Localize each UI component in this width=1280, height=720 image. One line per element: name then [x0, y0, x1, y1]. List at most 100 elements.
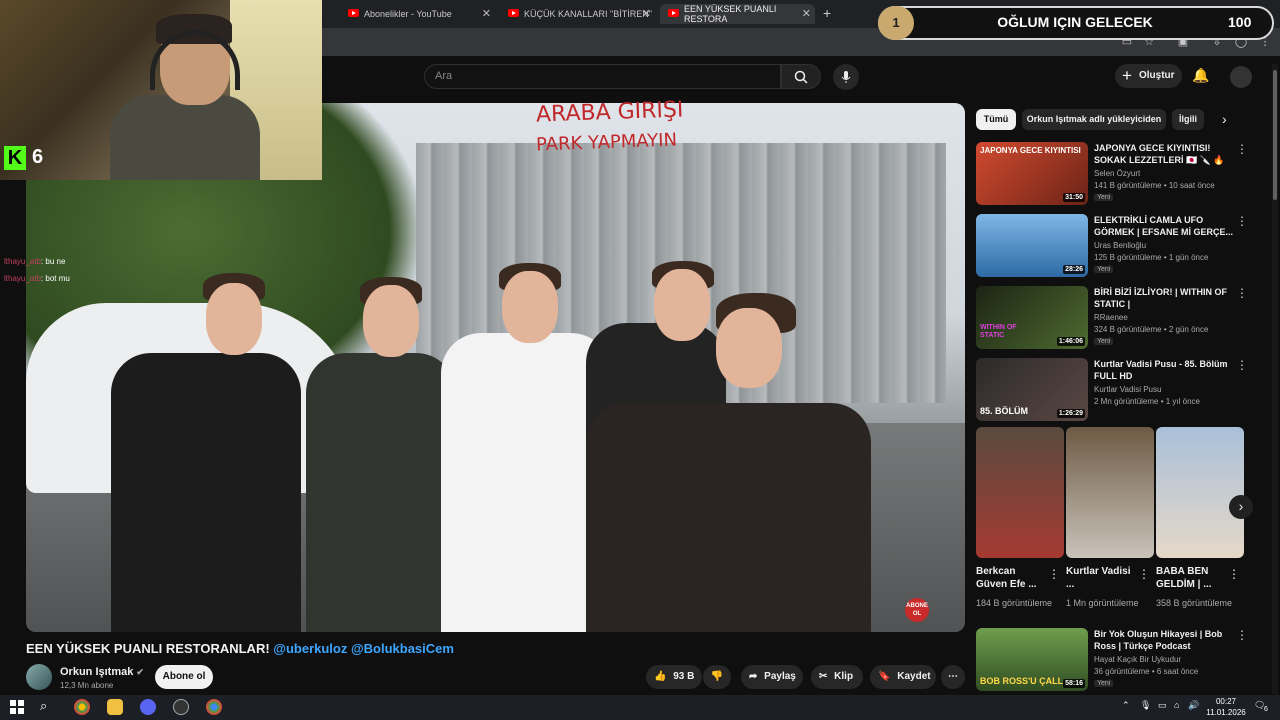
- channel-name[interactable]: Uras Benlioğlu: [1094, 241, 1146, 250]
- video-title[interactable]: JAPONYA GECE KIYINTISI! SOKAK LEZZETLERİ…: [1094, 142, 1234, 166]
- video-title-mentions[interactable]: @uberkuloz @BolukbasiCem: [273, 641, 454, 656]
- account-avatar[interactable]: [1230, 66, 1252, 88]
- video-title[interactable]: ELEKTRİKLİ CAMLA UFO GÖRMEK | EFSANE Mİ …: [1094, 214, 1234, 238]
- short-title[interactable]: Berkcan Güven Efe ...: [976, 565, 1046, 591]
- related-video[interactable]: 85. BÖLÜM 1:26:29 Kurtlar Vadisi Pusu - …: [976, 358, 1268, 422]
- more-vert-icon[interactable]: ⋮: [1236, 286, 1248, 300]
- related-video[interactable]: BOB ROSS'U ÇALL 58:16 Bir Yok Oluşun Hik…: [976, 628, 1268, 692]
- video-title[interactable]: BİRİ BİZİ İZLİYOR! | WITHIN OF STATIC |: [1094, 286, 1234, 310]
- chip-related[interactable]: İlgili: [1172, 109, 1204, 130]
- channel-avatar[interactable]: [26, 664, 52, 690]
- tab-subscriptions[interactable]: Abonelikler - YouTube ✕: [340, 4, 495, 24]
- tab-current-video[interactable]: EEN YÜKSEK PUANLI RESTORA ✕: [660, 4, 815, 24]
- more-vert-icon[interactable]: ⋮: [1236, 142, 1248, 156]
- display-tray-icon[interactable]: ▭: [1158, 700, 1167, 711]
- youtube-icon: [508, 9, 519, 17]
- more-vert-icon[interactable]: ⋮: [1138, 567, 1150, 581]
- subscribe-watermark[interactable]: ABONE OL: [905, 598, 929, 622]
- short-views: 1 Mn görüntüleme: [1066, 598, 1139, 608]
- more-vert-icon[interactable]: ⋮: [1048, 567, 1060, 581]
- more-vert-icon[interactable]: ⋮: [1228, 567, 1240, 581]
- search-icon[interactable]: ⌕: [40, 698, 47, 714]
- voice-search-button[interactable]: [833, 64, 859, 90]
- share-button[interactable]: ➦ Paylaş: [741, 665, 803, 689]
- short-views: 358 B görüntüleme: [1156, 598, 1233, 608]
- viewer-count: 6: [32, 146, 44, 168]
- shorts-next-button[interactable]: ›: [1229, 495, 1253, 519]
- related-video[interactable]: WITHIN OF STATIC 1:46:06 BİRİ BİZİ İZLİY…: [976, 286, 1268, 350]
- more-vert-icon[interactable]: ⋮: [1236, 358, 1248, 372]
- close-tab-icon[interactable]: ✕: [642, 7, 651, 20]
- channel-name[interactable]: Hayat Kaçık Bir Uykudur: [1094, 655, 1181, 664]
- chat-message: lthayu_atb: bot mu: [4, 274, 70, 283]
- person-2: [306, 353, 456, 632]
- volume-tray-icon[interactable]: 🔊: [1188, 700, 1199, 711]
- search-input[interactable]: Ara: [424, 64, 781, 89]
- short-thumbnail[interactable]: [1066, 427, 1154, 558]
- video-title[interactable]: Bir Yok Oluşun Hikayesi | Bob Ross | Tür…: [1094, 628, 1234, 652]
- channel-name[interactable]: Selen Özyurt: [1094, 169, 1140, 178]
- plus-icon: +: [1122, 66, 1132, 85]
- video-title[interactable]: Kurtlar Vadisi Pusu - 85. Bölüm FULL HD: [1094, 358, 1234, 382]
- new-badge: Yeni: [1094, 194, 1114, 201]
- more-vert-icon[interactable]: ⋮: [1236, 628, 1248, 642]
- clock-date[interactable]: 11.01.2026: [1200, 708, 1252, 717]
- tray-up-arrow-icon[interactable]: ⌃: [1122, 700, 1130, 711]
- channel-name[interactable]: Kurtlar Vadisi Pusu: [1094, 385, 1161, 394]
- video-thumbnail[interactable]: BOB ROSS'U ÇALL 58:16: [976, 628, 1088, 691]
- search-button[interactable]: [781, 64, 821, 89]
- close-tab-icon[interactable]: ✕: [482, 7, 491, 20]
- clock-time[interactable]: 00:27: [1206, 697, 1246, 706]
- notifications-bell-icon[interactable]: 🔔: [1191, 67, 1211, 87]
- like-button[interactable]: 👍 93 B: [646, 665, 702, 689]
- short-item[interactable]: Berkcan Güven Efe ... 184 B görüntüleme …: [976, 427, 1064, 623]
- youtube-icon: [348, 9, 359, 17]
- short-thumbnail[interactable]: [976, 427, 1064, 558]
- video-thumbnail[interactable]: JAPONYA GECE KIYINTISI 31:50: [976, 142, 1088, 205]
- windows-start-icon[interactable]: [10, 700, 24, 719]
- discord-icon[interactable]: [140, 699, 156, 715]
- short-item[interactable]: BABA BEN GELDİM | ... 358 B görüntüleme …: [1156, 427, 1244, 623]
- chat-message: lthayu_atb: bu ne: [4, 257, 66, 266]
- scissors-icon: ✂: [819, 671, 828, 682]
- save-button[interactable]: 🔖 Kaydet: [870, 665, 936, 689]
- video-thumbnail[interactable]: 85. BÖLÜM 1:26:29: [976, 358, 1088, 421]
- channel-name[interactable]: RRaenee: [1094, 313, 1128, 322]
- graffiti-text: ARABA GIRIŞI: [535, 97, 684, 128]
- channel-name[interactable]: Orkun Işıtmak ✔: [60, 666, 144, 678]
- more-vert-icon[interactable]: ⋮: [1236, 214, 1248, 228]
- video-thumbnail[interactable]: 28:26: [976, 214, 1088, 277]
- share-icon: ➦: [749, 671, 758, 682]
- video-thumbnail[interactable]: WITHIN OF STATIC 1:46:06: [976, 286, 1088, 349]
- short-item[interactable]: Kurtlar Vadisi ... 1 Mn görüntüleme ⋮: [1066, 427, 1154, 623]
- thumbs-up-icon: 👍: [654, 671, 667, 682]
- youtube-icon: [668, 9, 679, 17]
- chrome-icon[interactable]: [74, 699, 90, 715]
- related-video[interactable]: 28:26 ELEKTRİKLİ CAMLA UFO GÖRMEK | EFSA…: [976, 214, 1268, 278]
- short-title[interactable]: BABA BEN GELDİM | ...: [1156, 565, 1226, 591]
- scrollbar-thumb[interactable]: [1273, 70, 1277, 200]
- mic-tray-icon[interactable]: 🎙: [1140, 700, 1151, 711]
- related-video[interactable]: JAPONYA GECE KIYINTISI 31:50 JAPONYA GEC…: [976, 142, 1268, 206]
- chevron-right-icon[interactable]: ›: [1222, 111, 1227, 127]
- dislike-button[interactable]: 👎: [703, 665, 731, 689]
- chip-from-uploader[interactable]: Orkun Işıtmak adlı yükleyiciden: [1022, 109, 1166, 130]
- new-tab-icon[interactable]: +: [823, 5, 831, 21]
- clip-button[interactable]: ✂ Klip: [811, 665, 863, 689]
- subscribe-button[interactable]: Abone ol: [155, 665, 213, 689]
- video-player[interactable]: [26, 103, 965, 632]
- close-tab-icon[interactable]: ✕: [802, 7, 811, 20]
- goal-count: 100: [1228, 14, 1252, 30]
- more-dots-icon: ⋯: [948, 671, 958, 682]
- network-tray-icon[interactable]: ⌂: [1174, 700, 1179, 710]
- chip-all[interactable]: Tümü: [976, 109, 1016, 130]
- more-actions-button[interactable]: ⋯: [941, 665, 965, 689]
- video-meta: 125 B görüntüleme • 1 gün önce: [1094, 253, 1209, 262]
- tab-small-channels[interactable]: KÜÇÜK KANALLARI "BİTİREN" ✕: [500, 4, 655, 24]
- chrome-profile-icon[interactable]: [206, 699, 222, 715]
- obs-icon[interactable]: [173, 699, 189, 715]
- bookmark-icon: 🔖: [878, 671, 891, 682]
- short-title[interactable]: Kurtlar Vadisi ...: [1066, 565, 1136, 591]
- file-explorer-icon[interactable]: [107, 699, 123, 715]
- short-thumbnail[interactable]: [1156, 427, 1244, 558]
